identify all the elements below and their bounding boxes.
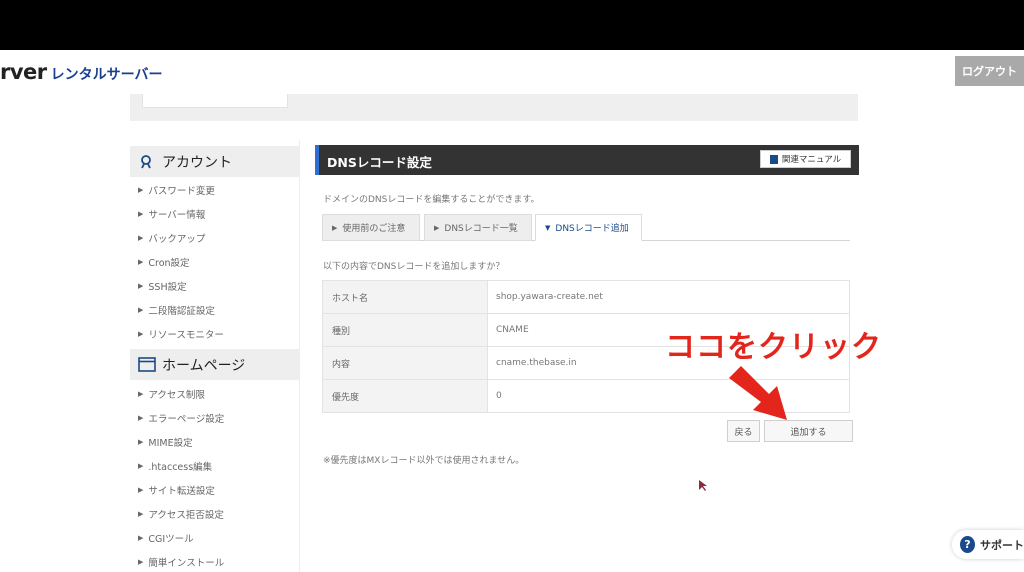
sidebar-item-label: サイト転送設定 bbox=[148, 486, 215, 497]
sidebar-item-resource-monitor[interactable]: ▶ リソースモニター bbox=[138, 325, 224, 343]
chevron-right-icon: ▶ bbox=[138, 510, 144, 518]
chevron-right-icon: ▶ bbox=[138, 438, 144, 446]
chevron-right-icon: ▶ bbox=[138, 534, 144, 542]
sidebar-item-two-factor[interactable]: ▶ 二段階認証設定 bbox=[138, 301, 215, 319]
page-title: DNSレコード設定 bbox=[327, 155, 432, 170]
sidebar-item-backup[interactable]: ▶ バックアップ bbox=[138, 229, 205, 247]
row-label: ホスト名 bbox=[322, 280, 488, 314]
chevron-right-icon: ▶ bbox=[138, 258, 144, 266]
sidebar-item-label: 簡単インストール bbox=[148, 558, 225, 569]
sidebar-item-label: 二段階認証設定 bbox=[148, 306, 215, 317]
sidebar-item-label: MIME設定 bbox=[148, 438, 193, 449]
row-label: 種別 bbox=[322, 313, 488, 347]
chevron-down-icon: ▼ bbox=[545, 223, 551, 232]
chevron-right-icon: ▶ bbox=[434, 223, 440, 232]
sidebar-item-label: CGIツール bbox=[148, 534, 194, 545]
row-label: 内容 bbox=[322, 346, 488, 380]
row-value: 0 bbox=[487, 379, 850, 413]
manual-button-label: 関連マニュアル bbox=[781, 155, 842, 165]
chevron-right-icon: ▶ bbox=[332, 223, 338, 232]
sidebar-section-account: アカウント bbox=[130, 146, 299, 177]
sidebar-item-error-page[interactable]: ▶ エラーページ設定 bbox=[138, 409, 224, 427]
tab-dns-record-add[interactable]: ▼ DNSレコード追加 bbox=[535, 214, 642, 241]
tab-label: DNSレコード追加 bbox=[555, 224, 629, 234]
support-button[interactable]: ? サポート bbox=[952, 530, 1024, 559]
window-icon bbox=[138, 356, 156, 374]
tab-label: 使用前のご注意 bbox=[342, 224, 406, 234]
book-icon bbox=[769, 154, 778, 164]
help-icon: ? bbox=[960, 536, 975, 553]
chevron-right-icon: ▶ bbox=[138, 390, 144, 398]
annotation-arrow-icon bbox=[729, 366, 787, 420]
back-button[interactable]: 戻る bbox=[727, 420, 760, 442]
sidebar-item-label: パスワード変更 bbox=[148, 186, 215, 197]
sidebar: アカウント ▶ パスワード変更 ▶ サーバー情報 ▶ バックアップ ▶ Cron設定 ▶… bbox=[130, 140, 300, 572]
sidebar-item-htaccess[interactable]: ▶ .htaccess編集 bbox=[138, 457, 212, 475]
row-label: 優先度 bbox=[322, 379, 488, 413]
chevron-right-icon: ▶ bbox=[138, 186, 144, 194]
user-icon bbox=[138, 153, 156, 171]
sidebar-item-label: .htaccess編集 bbox=[148, 462, 213, 473]
page-description: ドメインのDNSレコードを編集することができます。 bbox=[323, 195, 540, 205]
sidebar-item-cron[interactable]: ▶ Cron設定 bbox=[138, 253, 190, 271]
sidebar-item-site-redirect[interactable]: ▶ サイト転送設定 bbox=[138, 481, 215, 499]
sidebar-item-label: SSH設定 bbox=[148, 282, 187, 293]
logout-button[interactable]: ログアウト bbox=[955, 56, 1024, 86]
sidebar-section-homepage: ホームページ bbox=[130, 349, 299, 380]
chevron-right-icon: ▶ bbox=[138, 414, 144, 422]
chevron-right-icon: ▶ bbox=[138, 234, 144, 242]
sidebar-item-label: アクセス拒否設定 bbox=[148, 510, 224, 521]
mouse-cursor-icon bbox=[699, 480, 707, 491]
chevron-right-icon: ▶ bbox=[138, 486, 144, 494]
sidebar-item-label: アクセス制限 bbox=[148, 390, 205, 401]
tab-dns-record-list[interactable]: ▶ DNSレコード一覧 bbox=[424, 214, 532, 241]
row-value: shop.yawara-create.net bbox=[487, 280, 850, 314]
chevron-right-icon: ▶ bbox=[138, 462, 144, 470]
top-strip bbox=[130, 94, 858, 121]
chevron-right-icon: ▶ bbox=[138, 330, 144, 338]
sidebar-item-label: Cron設定 bbox=[148, 258, 190, 269]
sidebar-item-server-info[interactable]: ▶ サーバー情報 bbox=[138, 205, 205, 223]
brand-logo[interactable]: rver レンタルサーバー bbox=[0, 60, 163, 86]
table-row: ホスト名 shop.yawara-create.net bbox=[322, 280, 850, 314]
sidebar-item-label: バックアップ bbox=[148, 234, 206, 245]
brand-logo-latin: rver bbox=[0, 60, 47, 84]
brand-logo-kana: レンタルサーバー bbox=[50, 67, 163, 83]
chevron-right-icon: ▶ bbox=[138, 306, 144, 314]
manual-button[interactable]: 関連マニュアル bbox=[760, 150, 851, 168]
sidebar-item-password[interactable]: ▶ パスワード変更 bbox=[138, 181, 215, 199]
sidebar-section-title: アカウント bbox=[162, 154, 232, 171]
sidebar-section-title: ホームページ bbox=[162, 357, 246, 374]
tab-label: DNSレコード一覧 bbox=[444, 224, 518, 234]
confirm-text: 以下の内容でDNSレコードを追加しますか？ bbox=[323, 262, 505, 272]
chevron-right-icon: ▶ bbox=[138, 282, 144, 290]
priority-note: ※優先度はMXレコード以外では使用されません。 bbox=[323, 456, 525, 466]
sidebar-item-label: リソースモニター bbox=[148, 330, 224, 341]
add-button[interactable]: 追加する bbox=[764, 420, 853, 442]
sidebar-item-label: エラーページ設定 bbox=[148, 414, 225, 425]
sidebar-item-ssh[interactable]: ▶ SSH設定 bbox=[138, 277, 187, 295]
chevron-right-icon: ▶ bbox=[138, 210, 144, 218]
click-here-annotation: ココをクリック bbox=[665, 330, 882, 365]
sidebar-item-easy-install[interactable]: ▶ 簡単インストール bbox=[138, 553, 224, 571]
tab-precautions[interactable]: ▶ 使用前のご注意 bbox=[322, 214, 420, 241]
support-label: サポート bbox=[980, 538, 1024, 552]
sidebar-item-access-restriction[interactable]: ▶ アクセス制限 bbox=[138, 385, 205, 403]
sidebar-item-label: サーバー情報 bbox=[148, 210, 206, 221]
video-letterbox-top bbox=[0, 0, 1024, 50]
sidebar-item-mime[interactable]: ▶ MIME設定 bbox=[138, 433, 193, 451]
sidebar-item-cgi-tools[interactable]: ▶ CGIツール bbox=[138, 529, 194, 547]
sidebar-item-access-deny[interactable]: ▶ アクセス拒否設定 bbox=[138, 505, 224, 523]
search-box[interactable] bbox=[142, 94, 288, 108]
chevron-right-icon: ▶ bbox=[138, 558, 144, 566]
